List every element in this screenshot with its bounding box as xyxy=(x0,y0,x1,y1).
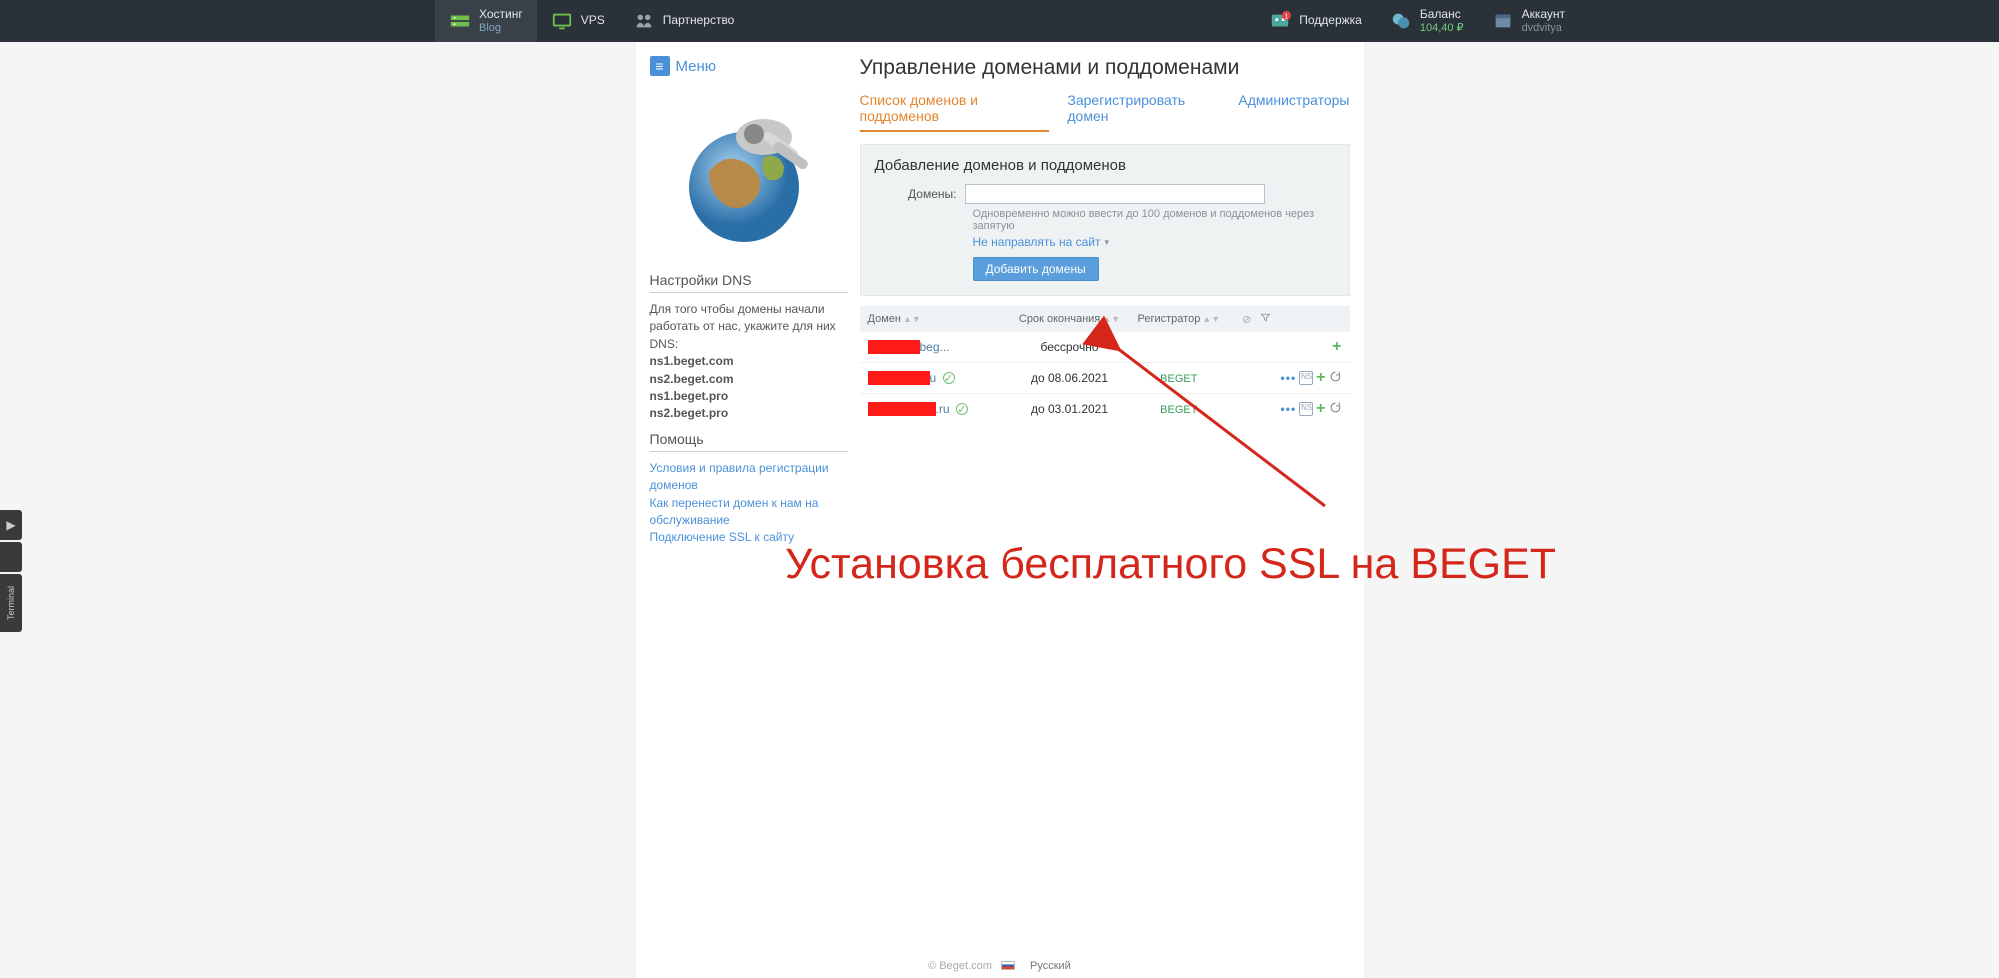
domains-hint: Одновременно можно ввести до 100 доменов… xyxy=(973,208,1335,232)
add-domains-button[interactable]: Добавить домены xyxy=(973,257,1099,281)
domains-input[interactable] xyxy=(965,184,1265,204)
more-icon[interactable]: ••• xyxy=(1281,402,1297,416)
nav-balance-title: Баланс xyxy=(1420,8,1464,21)
vps-icon xyxy=(551,10,573,32)
page-title: Управление доменами и поддоменами xyxy=(860,56,1350,80)
add-domain-heading: Добавление доменов и поддоменов xyxy=(875,157,1335,174)
footer-lang[interactable]: Русский xyxy=(1030,960,1071,972)
help-heading: Помощь xyxy=(650,431,848,452)
tabs: Список доменов и поддоменов Зарегистриро… xyxy=(860,92,1350,132)
th-actions: ⊘ xyxy=(1228,306,1349,332)
balance-icon xyxy=(1390,10,1412,32)
check-icon: ✓ xyxy=(943,372,955,384)
nav-balance-amount: 104,40 ₽ xyxy=(1420,22,1464,34)
dns-heading: Настройки DNS xyxy=(650,272,848,293)
nav-partner-title: Партнерство xyxy=(663,14,735,27)
edge-terminal[interactable]: Terminal xyxy=(0,574,22,632)
menu-icon: ≡ xyxy=(650,56,670,76)
table-row: beg...бессрочно+ xyxy=(860,332,1350,363)
hosting-icon xyxy=(449,10,471,32)
filter-icon[interactable] xyxy=(1260,314,1271,326)
add-subdomain-icon[interactable]: + xyxy=(1316,369,1325,387)
nav-vps-title: VPS xyxy=(581,14,605,27)
th-domain[interactable]: Домен▲▼ xyxy=(860,306,1010,332)
redirect-dropdown[interactable]: Не направлять на сайт xyxy=(973,235,1110,249)
edge-toolbar: ▶ Terminal xyxy=(0,510,22,634)
table-row: .ru ✓до 03.01.2021BEGET•••NS+ xyxy=(860,394,1350,425)
ns-icon[interactable]: NS xyxy=(1299,371,1313,385)
more-icon[interactable]: ••• xyxy=(1281,371,1297,385)
menu-toggle[interactable]: ≡ Меню xyxy=(650,56,717,76)
help-link-0[interactable]: Условия и правила регистрации доменов xyxy=(650,460,848,495)
th-registrar[interactable]: Регистратор▲▼ xyxy=(1130,306,1229,332)
refresh-icon[interactable] xyxy=(1329,401,1342,417)
stop-icon[interactable]: ⊘ xyxy=(1242,314,1251,326)
domains-table: Домен▲▼ Срок окончания▲▼ Регистратор▲▼ ⊘… xyxy=(860,306,1350,424)
menu-label: Меню xyxy=(676,58,717,75)
edge-apple-icon[interactable] xyxy=(0,542,22,572)
table-row: u ✓до 08.06.2021BEGET•••NS+ xyxy=(860,363,1350,394)
check-icon: ✓ xyxy=(956,403,968,415)
nav-vps[interactable]: VPS xyxy=(537,0,619,42)
nav-support[interactable]: 1 Поддержка xyxy=(1255,0,1376,42)
footer: © Beget.com Русский xyxy=(636,954,1364,978)
edge-play-icon[interactable]: ▶ xyxy=(0,510,22,540)
nav-account-title: Аккаунт xyxy=(1522,8,1565,21)
tab-register-domain[interactable]: Зарегистрировать домен xyxy=(1067,92,1220,132)
domains-label: Домены: xyxy=(875,184,965,201)
account-icon xyxy=(1492,10,1514,32)
refresh-icon[interactable] xyxy=(1329,370,1342,386)
tab-admins[interactable]: Администраторы xyxy=(1238,92,1349,132)
ns-icon[interactable]: NS xyxy=(1299,402,1313,416)
dns-text: Для того чтобы домены начали работать от… xyxy=(650,301,848,423)
nav-account[interactable]: Аккаунтdvdvitya xyxy=(1478,0,1579,42)
add-subdomain-icon[interactable]: + xyxy=(1332,338,1341,356)
partner-icon xyxy=(633,10,655,32)
flag-ru-icon xyxy=(1001,961,1015,970)
nav-hosting[interactable]: ХостингBlog xyxy=(435,0,537,42)
help-link-1[interactable]: Как перенести домен к нам на обслуживани… xyxy=(650,495,848,530)
footer-copy: © Beget.com xyxy=(928,960,992,972)
nav-support-title: Поддержка xyxy=(1299,14,1362,27)
tab-domain-list[interactable]: Список доменов и поддоменов xyxy=(860,92,1050,132)
annotation-text: Установка бесплатного SSL на BEGET xyxy=(785,540,1556,589)
support-icon: 1 xyxy=(1269,10,1291,32)
th-expiry[interactable]: Срок окончания▲▼ xyxy=(1010,306,1130,332)
nav-balance[interactable]: Баланс104,40 ₽ xyxy=(1376,0,1478,42)
nav-hosting-sub: Blog xyxy=(479,22,523,34)
nav-partner[interactable]: Партнерство xyxy=(619,0,749,42)
nav-account-user: dvdvitya xyxy=(1522,22,1565,34)
add-subdomain-icon[interactable]: + xyxy=(1316,400,1325,418)
nav-hosting-title: Хостинг xyxy=(479,8,523,21)
svg-text:1: 1 xyxy=(1285,11,1289,20)
top-navbar: ХостингBlog VPS Партнерство 1 Поддержка … xyxy=(0,0,1999,42)
sidebar-illustration xyxy=(664,92,834,252)
add-domain-box: Добавление доменов и поддоменов Домены: … xyxy=(860,144,1350,296)
